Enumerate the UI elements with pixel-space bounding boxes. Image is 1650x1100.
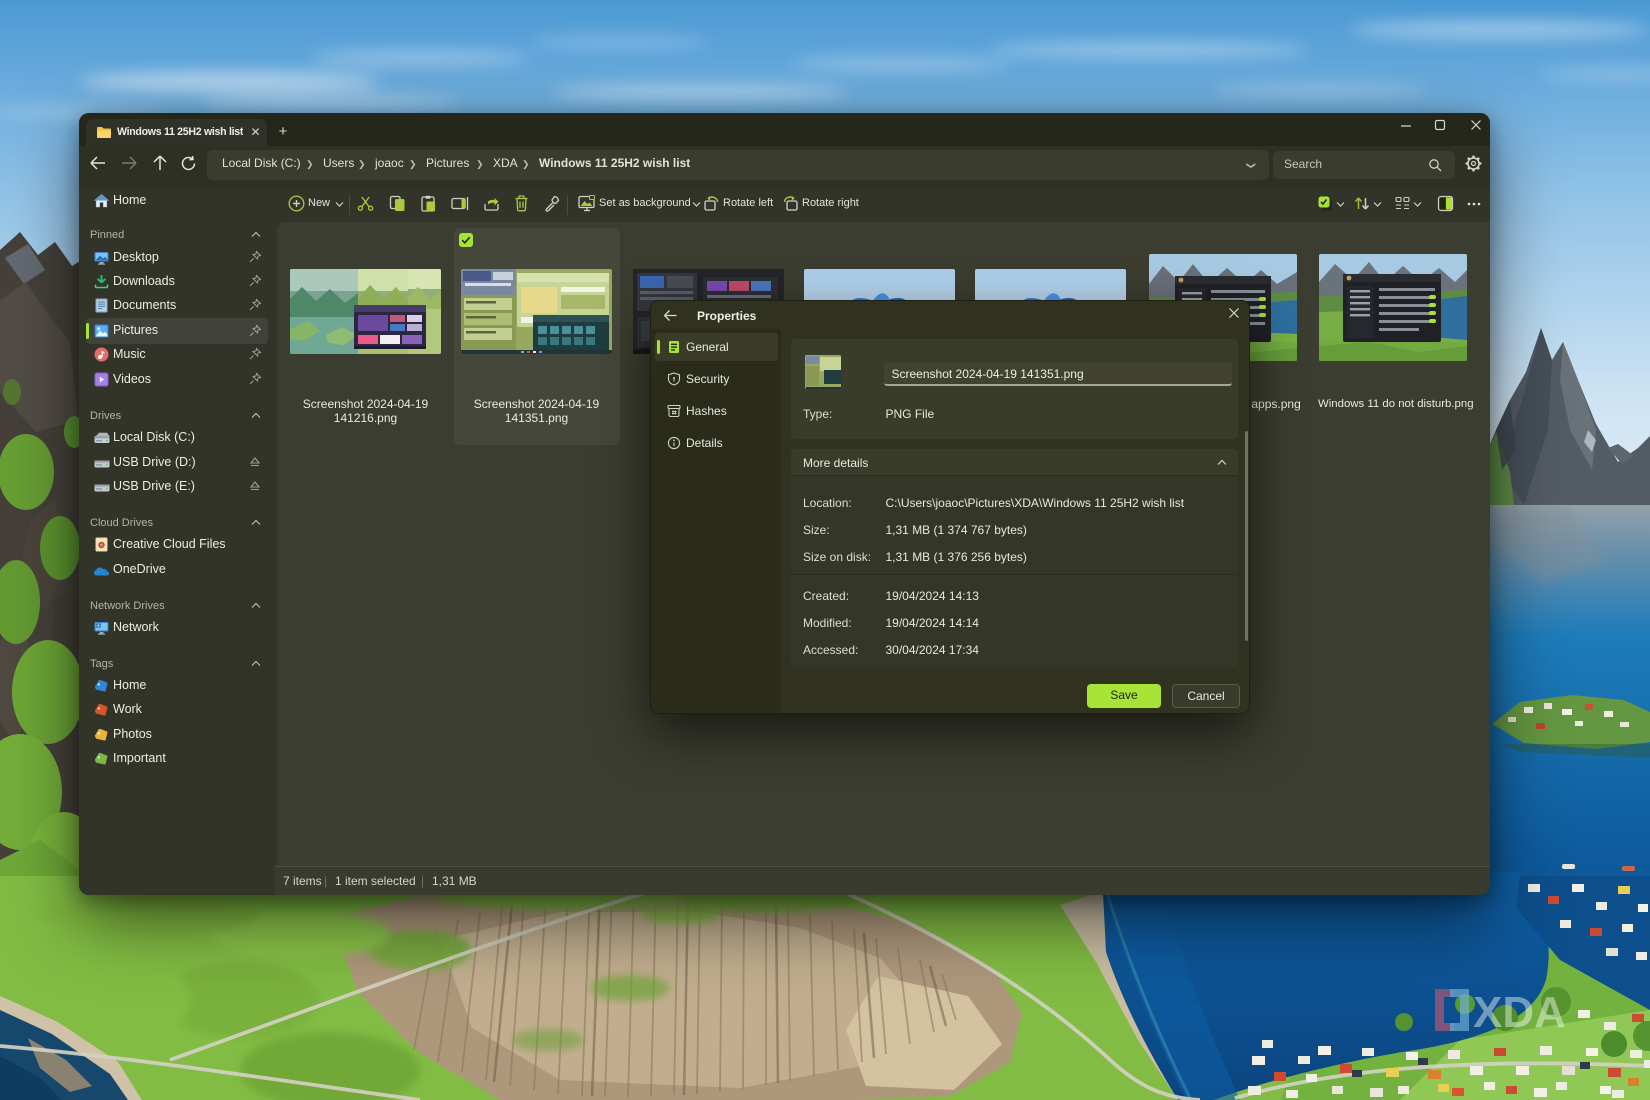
svg-text:XDA: XDA xyxy=(1473,988,1566,1034)
